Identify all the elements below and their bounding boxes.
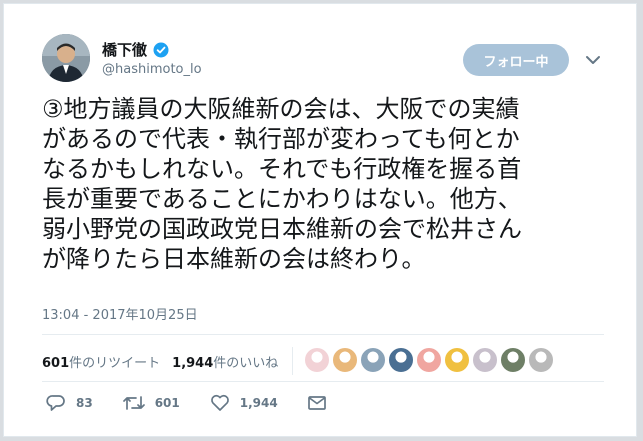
follow-button[interactable]: フォロー中: [463, 44, 569, 76]
liker-avatar[interactable]: [500, 347, 526, 373]
liker-avatar[interactable]: [472, 347, 498, 373]
display-name-text: 橋下徹: [102, 41, 148, 59]
envelope-icon: [307, 396, 326, 410]
tweet-card: 橋下徹 @hashimoto_lo フォロー中 ③地方議員の大阪維新の会は、大阪…: [3, 3, 637, 437]
user-handle[interactable]: @hashimoto_lo: [102, 62, 202, 77]
liker-avatar[interactable]: [444, 347, 470, 373]
retweet-button[interactable]: 601: [122, 395, 180, 411]
heart-icon: [210, 394, 229, 411]
divider: [42, 334, 604, 335]
liker-avatar[interactable]: [332, 347, 358, 373]
avatar[interactable]: [42, 34, 90, 82]
liker-avatar[interactable]: [416, 347, 442, 373]
liker-avatar[interactable]: [304, 347, 330, 373]
like-stat[interactable]: 1,944件のいいね: [172, 352, 278, 371]
retweet-stat-label: 件のリツイート: [69, 355, 161, 371]
reply-count: 83: [76, 396, 93, 410]
direct-message-button[interactable]: [307, 396, 326, 410]
like-stat-count: 1,944: [172, 355, 214, 371]
retweet-action-count: 601: [154, 396, 180, 410]
tweet-timestamp[interactable]: 13:04 - 2017年10月25日: [42, 304, 198, 323]
liker-avatar[interactable]: [388, 347, 414, 373]
retweet-stat-count: 601: [42, 355, 70, 371]
like-action-count: 1,944: [239, 396, 278, 410]
verified-badge-icon: [153, 42, 169, 58]
tweet-actions: 83 601 1,944: [46, 394, 356, 412]
retweet-stat[interactable]: 601件のリツイート: [42, 352, 160, 371]
liker-avatar[interactable]: [528, 347, 554, 373]
liker-avatar[interactable]: [360, 347, 386, 373]
divider: [42, 381, 604, 382]
stats-separator: [292, 347, 293, 375]
display-name[interactable]: 橋下徹: [102, 39, 169, 60]
like-button[interactable]: 1,944: [210, 394, 278, 412]
retweet-icon: [122, 396, 145, 410]
tweet-stats: 601件のリツイート 1,944件のいいね: [42, 344, 290, 378]
like-stat-label: 件のいいね: [213, 355, 279, 371]
chevron-down-icon[interactable]: [584, 52, 602, 66]
tweet-text: ③地方議員の大阪維新の会は、大阪での実績 があるので代表・執行部が変わっても何と…: [42, 95, 522, 273]
liker-avatars: [304, 347, 554, 373]
reply-button[interactable]: 83: [46, 394, 93, 412]
reply-icon: [46, 395, 65, 411]
